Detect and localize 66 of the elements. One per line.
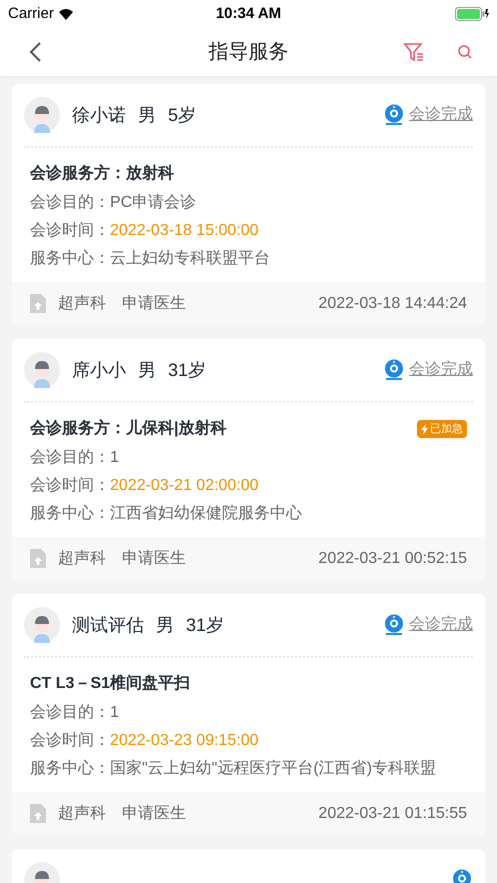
status-link[interactable]: 会诊完成 — [409, 103, 473, 127]
carrier-label: Carrier — [8, 4, 54, 24]
field-label: 会诊目的： — [30, 193, 110, 213]
field-label: 服务中心： — [30, 248, 110, 269]
battery-icon — [455, 7, 489, 21]
lightning-icon — [421, 424, 428, 434]
page-title: 指导服务 — [208, 40, 288, 65]
doctor-label: 申请医生 — [122, 804, 186, 824]
field-label: 服务中心： — [30, 758, 110, 779]
consultation-card[interactable]: 徐小诺 男 5岁 会诊完成 会诊服务方：放射科 会诊目的：PC申请会诊 会诊时间：2022-03-18 15:00:00 服务中心：云上妇幼专科联盟平台 超声科 申请医生 2022-03-18 14:44:24 — [12, 84, 485, 325]
patient-gender: 男 — [138, 104, 156, 126]
patient-name: 徐小诺 — [72, 104, 126, 126]
field-value: 云上妇幼专科联盟平台 — [110, 248, 270, 269]
patient-age: 31岁 — [168, 358, 206, 382]
field-value: 2022-03-23 09:15:00 — [110, 731, 259, 751]
clock-label: 10:34 AM — [216, 4, 282, 24]
avatar-icon — [24, 607, 60, 643]
camera-icon — [383, 359, 405, 381]
request-datetime: 2022-03-18 14:44:24 — [318, 294, 467, 314]
field-value: 2022-03-21 02:00:00 — [110, 476, 259, 496]
file-icon — [30, 294, 46, 313]
file-icon — [30, 804, 46, 823]
field-value: 国家"云上妇幼"远程医疗平台(江西省)专科联盟 — [110, 758, 436, 779]
doctor-label: 申请医生 — [122, 294, 186, 314]
camera-icon — [383, 614, 405, 636]
doctor-label: 申请医生 — [122, 548, 186, 568]
avatar-icon — [24, 352, 60, 388]
filter-icon — [403, 41, 425, 63]
patient-name: 席小小 — [72, 358, 126, 382]
field-value: 1 — [110, 703, 119, 723]
field-value: 2022-03-18 15:00:00 — [110, 221, 259, 241]
consultation-card[interactable]: 席小小 男 31岁 会诊完成 会诊服务方：儿保科|放射科 已加急 会诊目的：1 会诊时间：2022-03-21 02:00:00 服务中心：江西省妇幼保健院服务中心 超声科 申请医生 2022-03-21 00:52:15 — [12, 339, 485, 580]
field-value: 江西省妇幼保健院服务中心 — [110, 504, 302, 524]
camera-icon — [383, 104, 405, 126]
field-value: PC申请会诊 — [110, 192, 196, 213]
department-label: 超声科 — [58, 548, 106, 568]
back-icon — [28, 41, 42, 63]
field-value: 1 — [110, 448, 119, 468]
field-label: 会诊目的： — [30, 703, 110, 723]
patient-age: 31岁 — [186, 614, 224, 636]
status-link[interactable]: 会诊完成 — [409, 613, 473, 637]
filter-button[interactable] — [403, 41, 425, 63]
service-title: 会诊服务方：放射科 — [30, 163, 174, 184]
patient-name: 测试评估 — [72, 614, 144, 636]
wifi-icon — [58, 8, 74, 20]
department-label: 超声科 — [58, 294, 106, 314]
urgent-badge: 已加急 — [417, 420, 467, 438]
field-label: 会诊时间： — [30, 476, 110, 496]
field-label: 会诊目的： — [30, 448, 110, 468]
patient-gender: 男 — [138, 358, 156, 382]
file-icon — [30, 549, 46, 568]
consultation-card[interactable]: 测试评估 男 31岁 会诊完成 CT L3－S1椎间盘平扫 会诊目的：1 会诊时间：2022-03-23 09:15:00 服务中心：国家"云上妇幼"远程医疗平台(江西省)专科联盟 超声科 申请医生 2022-03-21 01:15:55 — [12, 594, 485, 835]
field-label: 会诊时间： — [30, 730, 110, 751]
service-title: 会诊服务方：儿保科|放射科 — [30, 418, 226, 439]
search-icon — [457, 44, 473, 60]
search-button[interactable] — [457, 44, 473, 60]
patient-age: 5岁 — [168, 104, 196, 126]
department-label: 超声科 — [58, 804, 106, 824]
status-link[interactable]: 会诊完成 — [409, 358, 473, 382]
field-label: 会诊时间： — [30, 220, 110, 241]
patient-gender: 男 — [156, 614, 174, 636]
request-datetime: 2022-03-21 00:52:15 — [318, 548, 467, 568]
avatar-icon — [24, 97, 60, 133]
request-datetime: 2022-03-21 01:15:55 — [318, 804, 467, 824]
service-title: CT L3－S1椎间盘平扫 — [30, 673, 190, 694]
field-label: 服务中心： — [30, 504, 110, 524]
